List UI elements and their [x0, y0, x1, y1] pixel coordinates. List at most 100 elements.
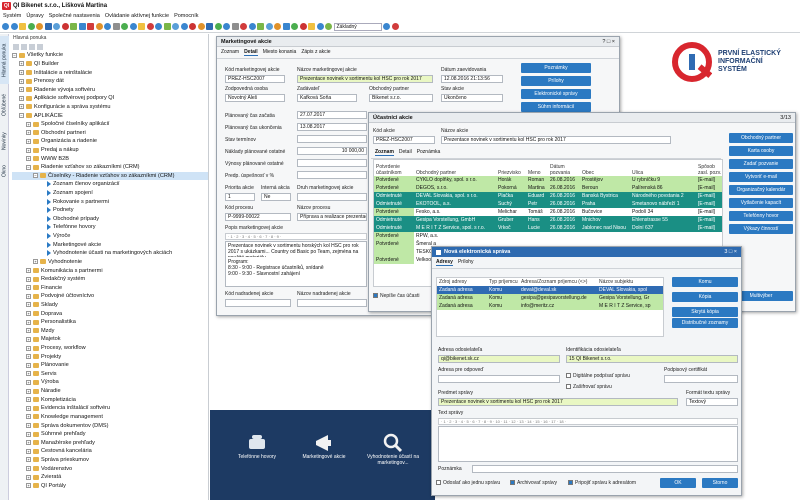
expand-icon[interactable]: + — [26, 440, 31, 446]
tab-detail[interactable]: Detail — [244, 49, 258, 56]
collapse-all-icon[interactable] — [21, 43, 27, 50]
tree-item[interactable]: Výroče — [12, 232, 208, 241]
tree-item[interactable]: Zoznam spojení — [12, 189, 208, 198]
type-field[interactable] — [297, 193, 367, 201]
tree-item[interactable]: + Predaj a nákup — [12, 146, 208, 155]
attachments-button[interactable]: Prílohy — [521, 76, 591, 86]
filter-icon[interactable] — [95, 23, 103, 30]
star-icon[interactable] — [274, 23, 281, 30]
tree-item[interactable]: + WWW B2B — [12, 154, 208, 163]
certificate-field[interactable] — [664, 375, 738, 383]
success-field[interactable] — [297, 171, 367, 179]
expand-all-icon[interactable] — [13, 43, 19, 50]
note-icon[interactable] — [138, 23, 145, 30]
link-icon[interactable] — [248, 23, 256, 30]
note-field[interactable] — [472, 465, 738, 473]
sort-icon[interactable] — [104, 23, 111, 30]
reply-field[interactable] — [438, 375, 560, 383]
expand-icon[interactable]: + — [19, 70, 24, 76]
menu-active-function[interactable]: Ovládanie aktívnej funkcie — [105, 13, 169, 19]
recipient-row[interactable]: Zadaná adresa Komu deval@deval.sk DEVAL Slo… — [437, 286, 663, 294]
archive-checkbox[interactable] — [510, 480, 515, 486]
stop-icon[interactable] — [61, 23, 69, 30]
column-header[interactable]: Obchodný partner — [414, 160, 496, 176]
forward-icon[interactable] — [10, 23, 18, 30]
participant-action-button[interactable]: Organizačný kalendár — [729, 185, 793, 195]
help-icon[interactable] — [180, 23, 188, 30]
print-icon[interactable] — [112, 23, 120, 30]
zoom-icon[interactable] — [265, 23, 273, 30]
tree-item[interactable]: Zoznam členov organizácií — [12, 180, 208, 189]
table-row[interactable]: Odmietnuté EKOTOOL, a.s. Suchý Petr 26.08.20… — [374, 200, 722, 208]
tree-item[interactable]: − Všetky funkcie — [12, 51, 208, 60]
ok-icon[interactable] — [214, 23, 222, 30]
column-header[interactable]: Ulica — [630, 160, 696, 176]
shortcut-evaluation-btn[interactable]: Vyhodnotenie účastí na marketingov... — [360, 432, 426, 466]
expand-icon[interactable]: + — [26, 268, 31, 274]
sender-id-field[interactable]: 15 QI Bikenet s.r.o. — [566, 355, 738, 363]
term-state-field[interactable] — [297, 135, 367, 143]
expand-icon[interactable]: + — [26, 121, 31, 127]
copy-icon[interactable] — [282, 23, 290, 30]
menu-edit[interactable]: Úpravy — [26, 13, 43, 19]
desc-editor[interactable]: Prezentace novinek v sortimentu horských… — [225, 241, 367, 287]
info-summary-button[interactable]: Súhrn informácií — [521, 102, 591, 112]
sender-field[interactable]: qi@bikenet.sk.cz — [438, 355, 560, 363]
table-row[interactable]: Potvrdené CYKLO doplňky, spol. s r.o. Horá… — [374, 176, 722, 184]
tab-list[interactable]: Zoznam — [375, 149, 394, 156]
add-icon[interactable] — [70, 23, 77, 30]
back-icon[interactable] — [2, 23, 9, 30]
tree-item[interactable]: Vyhodnotenie účasti na marketingových ak… — [12, 249, 208, 258]
alert-icon[interactable] — [146, 23, 154, 30]
expand-icon[interactable]: + — [26, 448, 31, 454]
column-header[interactable]: Potvrdenie účastníkom — [374, 160, 414, 176]
collapse-icon[interactable]: − — [19, 113, 24, 119]
participant-action-button[interactable]: Karta osoby — [729, 146, 793, 156]
expand-icon[interactable]: + — [26, 147, 31, 153]
expand-icon[interactable]: + — [26, 405, 31, 411]
users-icon[interactable] — [223, 23, 230, 30]
expand-icon[interactable]: + — [26, 388, 31, 394]
folder-icon[interactable] — [19, 23, 26, 30]
tree-item[interactable]: Rokovanie s partnermi — [12, 197, 208, 206]
column-header[interactable]: Priezvisko — [496, 160, 526, 176]
bcc-button[interactable]: Skrytá kópia — [672, 307, 738, 317]
process-name-field[interactable]: Příprava a realizace prezentací — [297, 213, 367, 221]
process-field[interactable]: P-9999-00022 — [225, 213, 291, 221]
tree-item[interactable]: + Sklady — [12, 301, 208, 310]
single-message-checkbox[interactable] — [436, 480, 441, 486]
tree-item[interactable]: + Projekty — [12, 352, 208, 361]
code-field[interactable]: PREZ-HSC2007 — [225, 75, 285, 83]
format-select[interactable]: Textový — [686, 398, 738, 406]
table-row[interactable]: Potvrdené RPW, a.s. — [374, 232, 722, 240]
tree-item[interactable]: + Kompletizácia — [12, 395, 208, 404]
apply-icon[interactable] — [383, 23, 390, 30]
tab-addresses[interactable]: Adresy — [436, 259, 453, 266]
tree-item[interactable]: + Redakčný systém — [12, 275, 208, 284]
participant-action-button[interactable]: Zadať pozvanie — [729, 159, 793, 169]
tree-item[interactable]: + Procesy, workflow — [12, 344, 208, 353]
lock-icon[interactable] — [240, 23, 247, 30]
responsible-field[interactable]: Novotný Aleš — [225, 94, 285, 102]
e-messages-button[interactable]: Elektronické správy — [521, 89, 591, 99]
priority-field[interactable]: 1 — [225, 193, 255, 201]
parent-name-field[interactable] — [297, 299, 367, 307]
table-row[interactable]: Odmietnuté M E R I T Z Service, spol. s r… — [374, 224, 722, 232]
chart-icon[interactable] — [163, 23, 171, 30]
tree-item[interactable]: + Správa dokumentov (DMS) — [12, 421, 208, 430]
tab-note[interactable]: Poznámka — [417, 149, 441, 156]
column-header[interactable]: Dátum pozvania — [548, 160, 580, 176]
participant-action-button[interactable]: Telefónny hovor — [729, 211, 793, 221]
tree-item[interactable]: + Obchodní partneri — [12, 128, 208, 137]
tree-item[interactable]: + QI Builder — [12, 60, 208, 69]
expand-icon[interactable]: + — [26, 397, 31, 403]
window-controls[interactable]: 3 □ × — [724, 249, 741, 255]
expand-icon[interactable]: + — [26, 457, 31, 463]
expand-icon[interactable]: + — [26, 345, 31, 351]
export-icon[interactable] — [121, 23, 128, 30]
tab-venue[interactable]: Miesto konania — [263, 49, 297, 56]
subject-field[interactable]: Prezentace novinek v sortimentu kol HSC … — [438, 398, 678, 406]
parent-code-field[interactable] — [225, 299, 291, 307]
cc-button[interactable]: Kópia — [672, 292, 738, 302]
notes-button[interactable]: Poznámky — [521, 63, 591, 73]
